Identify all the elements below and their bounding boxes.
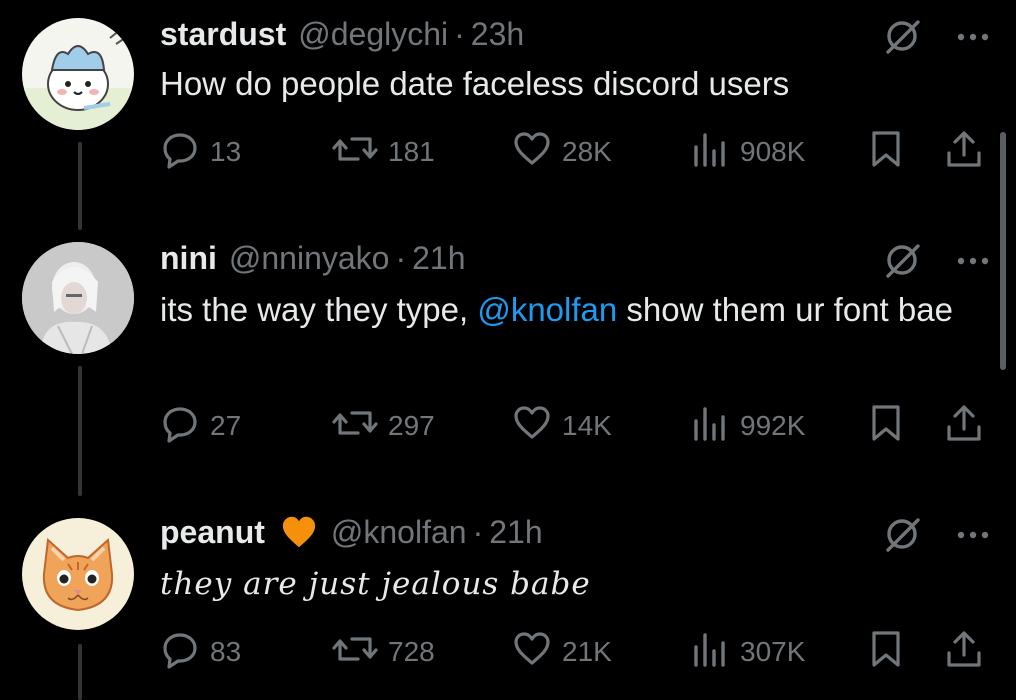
display-name[interactable]: peanut [160, 514, 265, 551]
repost-icon [332, 403, 388, 450]
grok-icon[interactable] [882, 16, 922, 61]
repost-count: 297 [388, 410, 435, 441]
views-button[interactable]: 908K [690, 132, 805, 172]
bookmark-icon [868, 129, 914, 176]
views-icon [690, 403, 740, 450]
views-button[interactable]: 992K [690, 406, 805, 446]
like-count: 14K [562, 410, 612, 441]
more-icon[interactable] [956, 30, 990, 48]
display-name[interactable]: nini [160, 240, 217, 277]
tweet-actions: 83 728 21K 307K [160, 630, 994, 672]
repost-button[interactable]: 728 [332, 632, 435, 672]
heart-icon [512, 403, 562, 450]
tweet-text: its the way they type, @knolfan show the… [160, 286, 960, 334]
thread-line [78, 366, 82, 496]
reply-icon [160, 403, 210, 450]
tweet-text-part: they are just jealous babe [160, 566, 591, 602]
bookmark-button[interactable] [868, 630, 914, 672]
reply-button[interactable]: 27 [160, 406, 241, 446]
views-count: 307K [740, 636, 806, 667]
bookmark-icon [868, 403, 914, 450]
display-name[interactable]: stardust [160, 16, 286, 53]
tweet-text-part: How do people date faceless discord user… [160, 65, 790, 102]
user-handle[interactable]: @nninyako [229, 240, 390, 277]
tweet-text-part: show them ur font bae [617, 291, 953, 328]
bookmark-button[interactable] [868, 404, 914, 446]
reply-count: 13 [210, 136, 242, 167]
separator: · [472, 513, 484, 550]
timestamp[interactable]: 23h [471, 16, 524, 53]
separator: · [395, 239, 407, 276]
like-button[interactable]: 14K [512, 405, 612, 446]
repost-button[interactable]: 181 [332, 132, 435, 172]
repost-icon [332, 129, 388, 176]
reply-count: 27 [210, 410, 242, 441]
reply-button[interactable]: 13 [160, 132, 241, 172]
repost-count: 181 [388, 136, 435, 167]
more-icon[interactable] [956, 254, 990, 272]
tweet-header: nini @nninyako · 21h [160, 236, 466, 280]
tweet-actions: 27 297 14K 992K [160, 404, 994, 446]
repost-count: 728 [388, 636, 435, 667]
tweet-header: stardust @deglychi · 23h [160, 12, 524, 56]
tweet-top-icons [882, 16, 990, 61]
like-count: 21K [562, 636, 612, 667]
share-button[interactable] [944, 630, 994, 672]
scrollbar[interactable] [1000, 132, 1006, 370]
user-handle[interactable]: @deglychi [298, 16, 448, 53]
like-button[interactable]: 21K [512, 631, 612, 672]
mention-link[interactable]: @knolfan [477, 291, 617, 328]
timestamp[interactable]: 21h [489, 514, 542, 551]
tweet-text: they are just jealous babe [160, 560, 980, 608]
bookmark-button[interactable] [868, 130, 914, 172]
reply-count: 83 [210, 636, 242, 667]
views-button[interactable]: 307K [690, 632, 805, 672]
thread-line [78, 644, 82, 700]
reply-icon [160, 629, 210, 676]
reply-button[interactable]: 83 [160, 632, 241, 672]
views-count: 992K [740, 410, 806, 441]
tweet-text-part: its the way they type, [160, 291, 478, 328]
repost-icon [332, 629, 388, 676]
share-button[interactable] [944, 404, 994, 446]
heart-icon [512, 629, 562, 676]
bookmark-icon [868, 629, 914, 676]
share-icon [944, 403, 994, 450]
like-button[interactable]: 28K [512, 131, 612, 172]
tweet-top-icons [882, 240, 990, 285]
user-handle[interactable]: @knolfan [331, 514, 467, 551]
separator: · [454, 15, 465, 52]
share-button[interactable] [944, 130, 994, 172]
heart-icon [512, 129, 562, 176]
share-icon [944, 629, 994, 676]
like-count: 28K [562, 136, 612, 167]
avatar[interactable] [22, 518, 134, 630]
avatar[interactable] [22, 18, 134, 130]
views-icon [690, 129, 740, 176]
repost-button[interactable]: 297 [332, 406, 435, 446]
tweet-text: How do people date faceless discord user… [160, 60, 980, 108]
tweet-header: peanut @knolfan · 21h [160, 510, 543, 554]
views-icon [690, 629, 740, 676]
share-icon [944, 129, 994, 176]
views-count: 908K [740, 136, 806, 167]
more-icon[interactable] [956, 528, 990, 546]
tweet-top-icons [882, 514, 990, 559]
orange-heart-icon [281, 515, 317, 549]
grok-icon[interactable] [882, 240, 922, 285]
thread-line [78, 142, 82, 230]
tweet-actions: 13 181 28K 908K [160, 130, 994, 172]
timestamp[interactable]: 21h [412, 240, 465, 277]
reply-icon [160, 129, 210, 176]
grok-icon[interactable] [882, 514, 922, 559]
avatar[interactable] [22, 242, 134, 354]
